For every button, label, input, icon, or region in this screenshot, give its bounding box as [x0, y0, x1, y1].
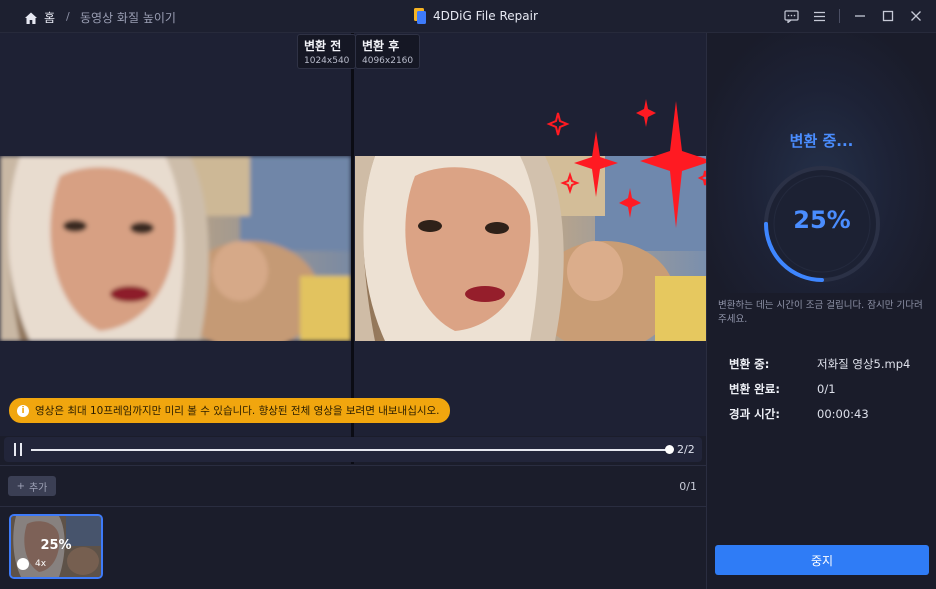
sparkles-decoration [546, 99, 713, 228]
status-title: 변환 중... [789, 132, 854, 150]
pause-icon[interactable] [13, 443, 23, 456]
app-logo-icon [414, 8, 426, 24]
stat-row-completed: 변환 완료: 0/1 [729, 376, 929, 401]
progress-percent: 25% [793, 206, 851, 234]
add-button-label: 추가 [28, 482, 48, 494]
title-bar: 홈 / 동영상 화질 높이기 4DDiG File Repair [0, 0, 936, 33]
conversion-stats: 변환 중: 저화질 영상5.mp4 변환 완료: 0/1 경과 시간: 00:0… [729, 351, 929, 426]
portrait-scene-before [0, 156, 351, 341]
stat-row-current: 변환 중: 저화질 영상5.mp4 [729, 351, 929, 376]
divider [0, 506, 706, 507]
before-resolution: 1024x540 [304, 56, 350, 66]
feedback-icon[interactable] [783, 8, 799, 24]
minimize-icon[interactable] [852, 8, 868, 24]
menu-icon[interactable] [811, 8, 827, 24]
scale-badge: 4x [17, 558, 46, 570]
notice-text: 영상은 최대 10프레임까지만 미리 볼 수 있습니다. 향상된 전체 영상을 … [35, 405, 440, 417]
conversion-panel: 변환 중... 25% 변환하는 데는 시간이 조금 걸립니다. 잠시만 기다려… [706, 33, 936, 589]
stat-value: 저화질 영상5.mp4 [817, 356, 911, 371]
stat-label: 변환 완료: [729, 381, 780, 396]
home-icon [25, 12, 37, 24]
stat-row-elapsed: 경과 시간: 00:00:43 [729, 401, 929, 426]
playback-bar: 2/2 [4, 437, 702, 462]
before-label-title: 변환 전 [304, 39, 342, 53]
frame-counter: 2/2 [677, 443, 695, 456]
stat-label: 경과 시간: [729, 406, 780, 421]
after-label: 변환 후 4096x2160 [355, 34, 421, 69]
preview-limit-notice: i 영상은 최대 10프레임까지만 미리 볼 수 있습니다. 향상된 전체 영상… [9, 398, 450, 423]
enhance-icon [17, 558, 29, 570]
before-preview-image [0, 156, 351, 341]
before-label: 변환 전 1024x540 [297, 34, 357, 69]
titlebar-divider [839, 9, 840, 23]
file-count: 0/1 [679, 480, 697, 493]
info-icon: i [17, 404, 29, 417]
video-thumbnail[interactable]: 25% 4x [9, 514, 103, 579]
stat-value: 00:00:43 [817, 406, 869, 421]
stat-value: 0/1 [817, 381, 836, 396]
stop-button[interactable]: 중지 [715, 545, 929, 575]
stat-label: 변환 중: [729, 356, 770, 371]
app-title-text: 4DDiG File Repair [433, 9, 538, 23]
app-title: 4DDiG File Repair [413, 7, 538, 25]
plus-icon: + [16, 480, 25, 492]
file-list-area: + 추가 0/1 25% 4x [0, 465, 706, 589]
progress-knob[interactable] [665, 445, 674, 454]
wait-note: 변환하는 데는 시간이 조금 걸립니다. 잠시만 기다려 주세요. [718, 300, 923, 325]
thumbnail-progress: 25% [40, 538, 72, 553]
close-icon[interactable] [908, 8, 924, 24]
scale-label: 4x [35, 559, 47, 569]
window-controls [783, 8, 924, 24]
after-label-title: 변환 후 [362, 39, 400, 53]
breadcrumb-current: 동영상 화질 높이기 [80, 11, 176, 25]
home-label: 홈 [44, 11, 56, 25]
maximize-icon[interactable] [880, 8, 896, 24]
add-button[interactable]: + 추가 [8, 476, 56, 496]
breadcrumb-separator: / [66, 10, 70, 23]
progress-track[interactable] [31, 449, 669, 451]
after-resolution: 4096x2160 [362, 56, 414, 66]
home-button[interactable]: 홈 [24, 9, 55, 26]
